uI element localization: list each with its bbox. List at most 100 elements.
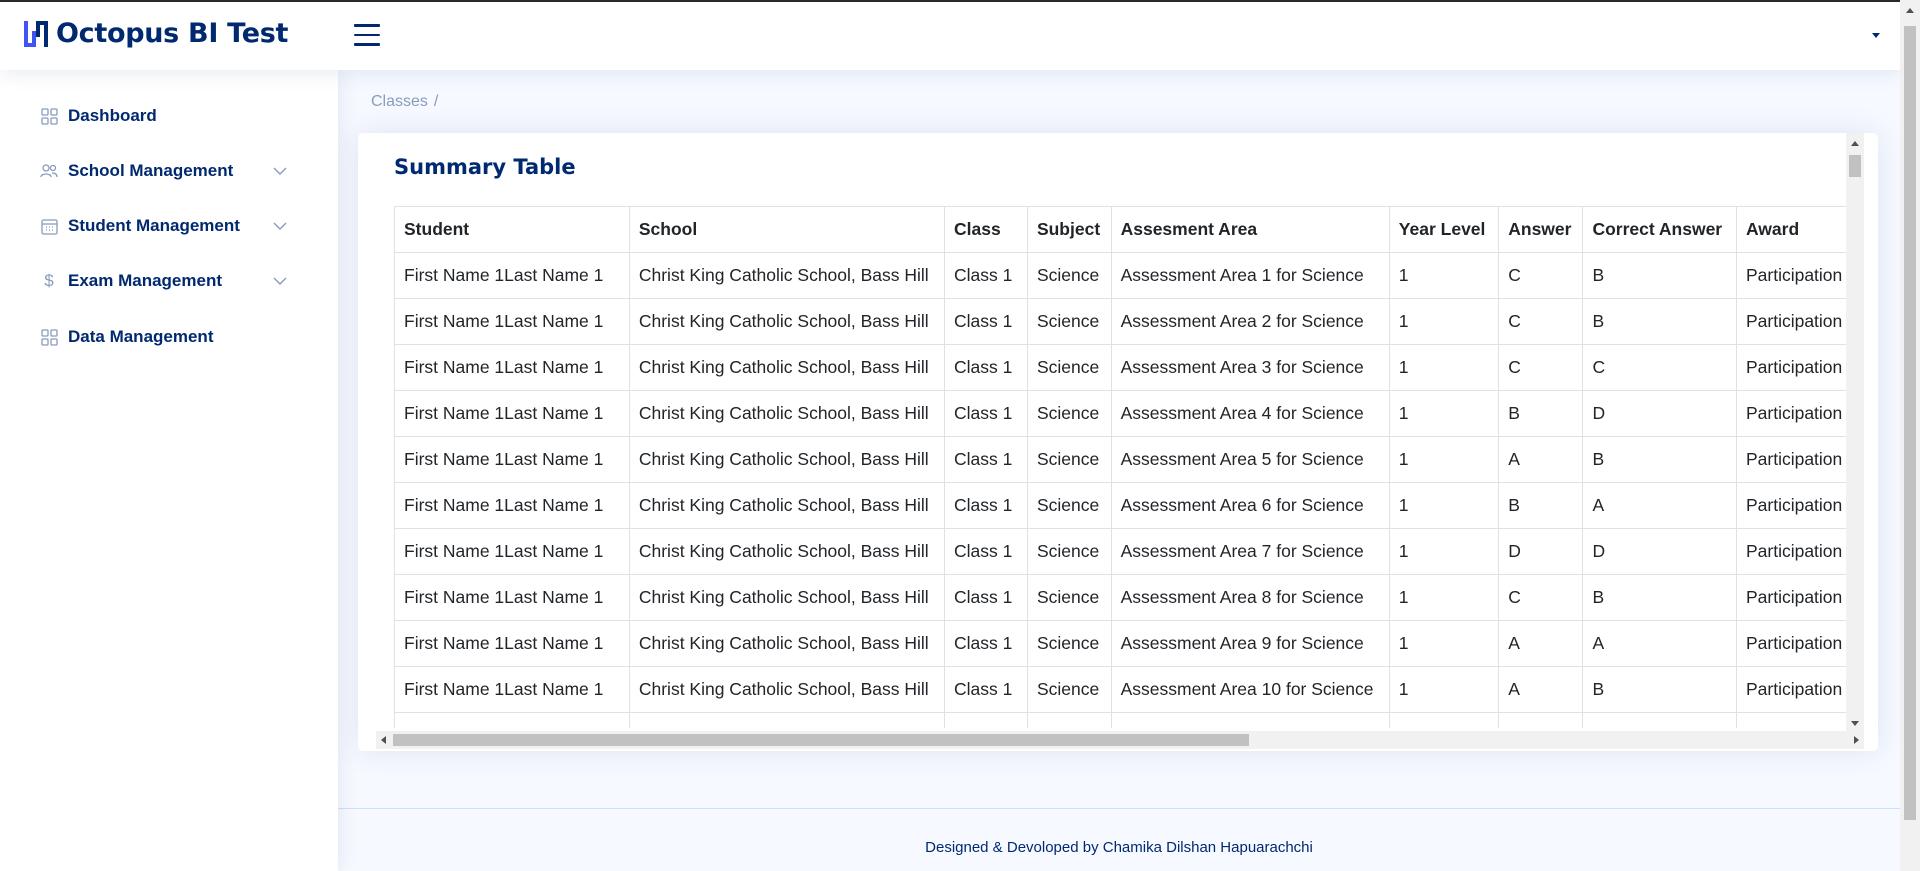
table-cell: A bbox=[1582, 482, 1737, 529]
table-cell: A bbox=[1498, 436, 1584, 483]
breadcrumb: Classes / bbox=[371, 93, 438, 111]
column-header-subject: Subject bbox=[1026, 206, 1112, 253]
scroll-up-arrow-icon[interactable] bbox=[1906, 8, 1914, 13]
table-cell: Participation bbox=[1735, 712, 1860, 728]
table-cell: 1 bbox=[1388, 252, 1500, 299]
column-header-correct-answer: Correct Answer bbox=[1582, 206, 1737, 253]
breadcrumb-item-classes[interactable]: Classes bbox=[371, 93, 428, 110]
table-cell: C bbox=[1498, 344, 1584, 391]
grid-icon bbox=[40, 328, 58, 346]
profile-dropdown-caret-icon[interactable] bbox=[1872, 33, 1880, 38]
table-cell: First Name 1Last Name 1 bbox=[394, 666, 630, 713]
table-cell: Participation bbox=[1735, 390, 1860, 437]
table-row: First Name 1Last Name 1Christ King Catho… bbox=[394, 482, 1860, 529]
breadcrumb-separator: / bbox=[433, 93, 439, 110]
table-cell: Assessment Area 1 for Science bbox=[1110, 712, 1390, 728]
table-cell: Christ King Catholic School, Bass Hill bbox=[628, 482, 946, 529]
table-cell: Assessment Area 6 for Science bbox=[1110, 482, 1390, 529]
scrollbar-thumb[interactable] bbox=[1904, 26, 1916, 820]
table-cell: 1 bbox=[1388, 528, 1500, 575]
table-cell: Christ King Catholic School, Bass Hill bbox=[628, 712, 946, 728]
table-cell: First Name 1Last Name 1 bbox=[394, 482, 630, 529]
table-cell: Class 1 bbox=[944, 712, 1028, 728]
table-cell: First Name 1Last Name 1 bbox=[394, 344, 630, 391]
table-cell: A bbox=[1498, 620, 1584, 667]
table-cell: Class 1 bbox=[944, 482, 1028, 529]
table-cell: A bbox=[1582, 712, 1737, 728]
scroll-down-arrow-icon[interactable] bbox=[1851, 721, 1859, 726]
scroll-left-arrow-icon[interactable] bbox=[381, 736, 386, 744]
grid-icon bbox=[40, 107, 58, 125]
summary-table: Student School Class Subject Assesment A… bbox=[394, 206, 1860, 728]
table-cell: Christ King Catholic School, Bass Hill bbox=[628, 298, 946, 345]
scroll-up-arrow-icon[interactable] bbox=[1851, 141, 1859, 146]
top-header: Octopus BI Test bbox=[0, 2, 1900, 70]
logo-icon bbox=[24, 20, 48, 47]
table-scroll-container[interactable]: Student School Class Subject Assesment A… bbox=[394, 206, 1860, 728]
page-vertical-scrollbar[interactable] bbox=[1900, 0, 1920, 871]
table-cell: C bbox=[1582, 344, 1737, 391]
scrollbar-thumb[interactable] bbox=[393, 734, 1249, 746]
table-cell: Class 1 bbox=[944, 574, 1028, 621]
table-cell: 1 bbox=[1388, 436, 1500, 483]
scrollbar-thumb[interactable] bbox=[1849, 155, 1861, 177]
table-cell: Science bbox=[1026, 666, 1112, 713]
table-vertical-scrollbar[interactable] bbox=[1846, 133, 1864, 731]
chevron-down-icon bbox=[273, 167, 287, 175]
table-cell: 1 bbox=[1388, 712, 1500, 728]
table-cell: Participation bbox=[1735, 298, 1860, 345]
column-header-class: Class bbox=[944, 206, 1028, 253]
sidebar-toggle-button[interactable] bbox=[354, 24, 380, 46]
sidebar-item-label: Data Management bbox=[68, 327, 214, 346]
card-title: Summary Table bbox=[394, 155, 576, 179]
sidebar-item-student-management[interactable]: Student Management bbox=[20, 204, 310, 248]
dollar-icon: $ bbox=[44, 271, 54, 290]
table-cell: First Name 1Last Name 1 bbox=[394, 528, 630, 575]
table-cell: B bbox=[1582, 574, 1737, 621]
chevron-down-icon bbox=[273, 222, 287, 230]
column-header-year-level: Year Level bbox=[1388, 206, 1500, 253]
table-cell: First Name 1Last Name 1 bbox=[394, 574, 630, 621]
hamburger-icon-line bbox=[354, 43, 380, 46]
table-cell: Class 1 bbox=[944, 666, 1028, 713]
table-cell: Assessment Area 1 for Science bbox=[1110, 252, 1390, 299]
table-cell: First Name 1Last Name 1 bbox=[394, 436, 630, 483]
table-cell: D bbox=[1498, 528, 1584, 575]
sidebar-item-dashboard[interactable]: Dashboard bbox=[20, 94, 310, 138]
table-cell: Christ King Catholic School, Bass Hill bbox=[628, 390, 946, 437]
table-cell: First Name 1Last Name 1 bbox=[394, 390, 630, 437]
table-cell: Science bbox=[1026, 344, 1112, 391]
table-row: First Name 1Last Name 1Christ King Catho… bbox=[394, 390, 1860, 437]
table-cell: B bbox=[1582, 666, 1737, 713]
table-row: First Name 1Last Name 1Christ King Catho… bbox=[394, 528, 1860, 575]
table-row: First Name 1Last Name 1Christ King Catho… bbox=[394, 436, 1860, 483]
footer: Designed & Devoloped by Chamika Dilshan … bbox=[338, 808, 1900, 871]
table-cell: Class 1 bbox=[944, 436, 1028, 483]
sidebar-item-data-management[interactable]: Data Management bbox=[20, 315, 310, 359]
table-header-row: Student School Class Subject Assesment A… bbox=[394, 206, 1860, 253]
table-cell: C bbox=[1498, 574, 1584, 621]
table-body: First Name 1Last Name 1 Christ King Catho… bbox=[394, 252, 1860, 728]
table-cell: Christ King Catholic School, Bass Hill bbox=[628, 436, 946, 483]
hamburger-icon-line bbox=[354, 33, 380, 36]
table-cell: Science bbox=[1026, 574, 1112, 621]
table-cell: A bbox=[1582, 620, 1737, 667]
sidebar: Dashboard School Management Student Mana… bbox=[0, 70, 338, 871]
table-cell: Participation bbox=[1735, 528, 1860, 575]
table-cell: Science bbox=[1026, 528, 1112, 575]
app-title: Octopus BI Test bbox=[56, 18, 289, 49]
table-cell: Christ King Catholic School, Bass Hill bbox=[628, 574, 946, 621]
table-horizontal-scrollbar[interactable] bbox=[376, 731, 1864, 749]
table-cell: Assessment Area 4 for Science bbox=[1110, 390, 1390, 437]
table-cell: Class 1 bbox=[944, 620, 1028, 667]
scroll-right-arrow-icon[interactable] bbox=[1854, 736, 1859, 744]
sidebar-item-school-management[interactable]: School Management bbox=[20, 149, 310, 193]
people-icon bbox=[40, 162, 58, 180]
sidebar-item-exam-management[interactable]: $ Exam Management bbox=[20, 259, 310, 303]
app-logo[interactable]: Octopus BI Test bbox=[22, 18, 288, 49]
table-cell: C bbox=[1498, 252, 1584, 299]
table-cell: Participation bbox=[1735, 252, 1860, 299]
summary-card: Summary Table Student School Class Subje… bbox=[358, 133, 1878, 751]
table-cell: 1 bbox=[1388, 390, 1500, 437]
table-cell: D bbox=[1582, 390, 1737, 437]
